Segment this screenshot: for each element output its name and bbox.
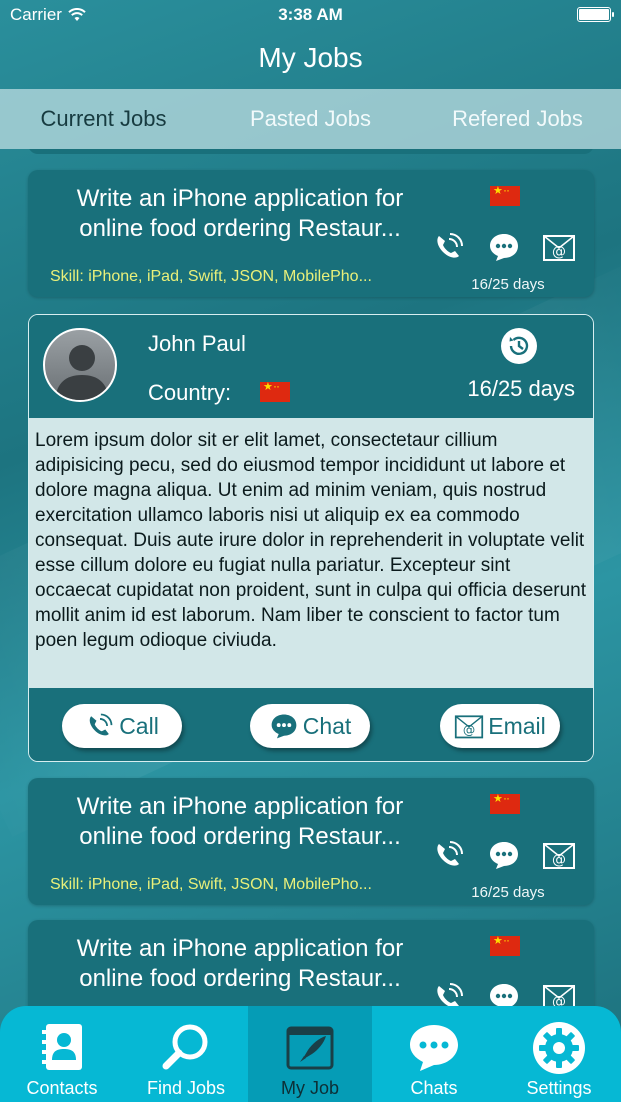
- svg-text:@: @: [463, 723, 475, 737]
- person-icon: [55, 345, 109, 400]
- email-icon[interactable]: @: [542, 230, 576, 264]
- jobs-tabs: Current Jobs Pasted Jobs Refered Jobs: [0, 89, 621, 149]
- china-flag-icon: [490, 933, 520, 956]
- email-label: Email: [488, 712, 546, 739]
- job-detail-card: John Paul Country: 16/25 days Lorem ipsu…: [28, 314, 594, 762]
- job-skills: Skill: iPhone, iPad, Swift, JSON, Mobile…: [50, 268, 372, 285]
- contacts-icon: [42, 1024, 82, 1070]
- tabbar-label: Settings: [526, 1078, 592, 1098]
- email-icon[interactable]: @: [542, 980, 576, 1009]
- tabbar-label: Contacts: [26, 1078, 98, 1098]
- rocket-icon: [286, 1026, 334, 1070]
- job-card[interactable]: Write an iPhone application for online f…: [28, 778, 594, 905]
- profile-days: 16/25 days: [467, 376, 575, 401]
- china-flag-icon: [490, 183, 520, 206]
- chat-label: Chat: [302, 712, 352, 739]
- job-title: Write an iPhone application for online f…: [76, 185, 404, 242]
- tab-current-jobs[interactable]: Current Jobs: [0, 89, 207, 149]
- bottom-tab-bar: Contacts Find Jobs My Job Chats Settings: [0, 1006, 621, 1102]
- phone-call-icon[interactable]: [432, 980, 466, 1009]
- phone-call-icon[interactable]: [432, 838, 466, 872]
- chat-icon: [271, 714, 297, 739]
- call-button[interactable]: Call: [62, 704, 182, 748]
- svg-text:@: @: [552, 244, 566, 260]
- status-bar: Carrier 3:38 AM: [0, 0, 621, 30]
- email-button[interactable]: @ Email: [440, 704, 560, 748]
- tab-refered-jobs[interactable]: Refered Jobs: [414, 89, 621, 149]
- jobs-list[interactable]: Write an iPhone application for online f…: [0, 149, 621, 1009]
- job-title: Write an iPhone application for online f…: [76, 935, 404, 992]
- email-icon: @: [455, 715, 484, 739]
- page-title: My Jobs: [258, 42, 363, 73]
- tabbar-label: My Job: [280, 1078, 340, 1098]
- job-card-partial[interactable]: [28, 149, 594, 154]
- tabbar-label: Find Jobs: [146, 1078, 226, 1098]
- chat-icon[interactable]: [487, 838, 521, 872]
- job-description: Lorem ipsum dolor sit er elit lamet, con…: [29, 418, 593, 688]
- chat-bubble-icon: [410, 1025, 458, 1071]
- search-icon: [162, 1024, 208, 1070]
- tab-pasted-jobs[interactable]: Pasted Jobs: [207, 89, 414, 149]
- job-skills: Skill: iPhone, iPad, Swift, JSON, Mobile…: [50, 876, 372, 893]
- profile-name: John Paul: [148, 331, 246, 356]
- gear-icon: [533, 1022, 585, 1074]
- tabbar-item-find-jobs[interactable]: Find Jobs: [124, 1006, 248, 1102]
- china-flag-icon: [260, 379, 290, 402]
- job-card[interactable]: Write an iPhone application for online f…: [28, 170, 594, 297]
- tabbar-label: Chats: [410, 1078, 458, 1098]
- phone-call-icon[interactable]: [432, 230, 466, 264]
- tabbar-item-contacts[interactable]: Contacts: [0, 1006, 124, 1102]
- contact-actions: Call Chat @ Email: [29, 688, 593, 761]
- phone-call-icon: [89, 713, 113, 736]
- call-label: Call: [119, 712, 159, 739]
- svg-text:@: @: [552, 852, 566, 868]
- email-icon[interactable]: @: [542, 838, 576, 872]
- history-clock-icon: [501, 328, 537, 364]
- job-card[interactable]: Write an iPhone application for online f…: [28, 920, 594, 1009]
- tabbar-item-settings[interactable]: Settings: [497, 1006, 621, 1102]
- tabbar-item-chats[interactable]: Chats: [372, 1006, 496, 1102]
- chat-icon[interactable]: [487, 980, 521, 1009]
- job-days: 16/25 days: [471, 276, 545, 293]
- profile-country-label: Country:: [148, 380, 232, 405]
- tabbar-item-my-job[interactable]: My Job: [248, 1006, 372, 1102]
- job-title: Write an iPhone application for online f…: [76, 793, 404, 850]
- chat-button[interactable]: Chat: [250, 704, 370, 748]
- status-time: 3:38 AM: [278, 5, 343, 24]
- chat-icon[interactable]: [487, 230, 521, 264]
- avatar[interactable]: [43, 328, 117, 402]
- job-days: 16/25 days: [471, 884, 545, 901]
- profile-header: John Paul Country: 16/25 days: [29, 315, 593, 418]
- china-flag-icon: [490, 791, 520, 814]
- battery-icon: [577, 7, 614, 22]
